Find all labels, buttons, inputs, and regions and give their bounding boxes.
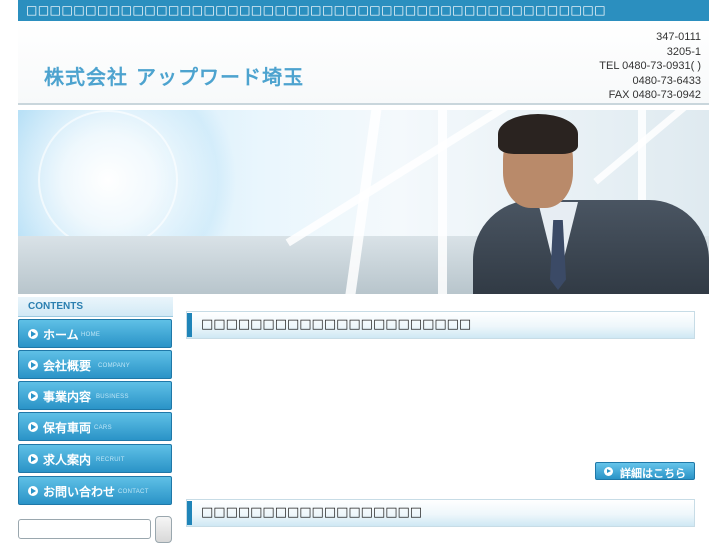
section-marker bbox=[187, 313, 192, 337]
contents-heading-text: CONTENTS bbox=[28, 301, 83, 312]
search-button[interactable] bbox=[155, 516, 172, 543]
company-logo[interactable]: 株式会社 アップワード埼玉 bbox=[44, 61, 304, 90]
section-title-2: □□□□□□□□□□□□□□□□□□ bbox=[201, 505, 423, 520]
header: 株式会社 アップワード埼玉 347-0111 3205-1 TEL 0480-7… bbox=[18, 21, 709, 105]
contents-heading: CONTENTS bbox=[18, 297, 173, 317]
nav-item-sub: COMPANY bbox=[98, 363, 130, 369]
section-header-2: □□□□□□□□□□□□□□□□□□ bbox=[186, 499, 695, 527]
nav-item-cars[interactable]: 保有車両 CARS bbox=[18, 412, 172, 441]
hero-image bbox=[18, 110, 709, 294]
arrow-circle-icon bbox=[28, 391, 38, 401]
nav-item-sub: CONTACT bbox=[118, 489, 149, 495]
arrow-circle-icon bbox=[604, 467, 613, 476]
page: □□□□□□□□□□□□□□□□□□□□□□□□□□□□□□□□□□□□□□□□… bbox=[0, 0, 727, 545]
contact-line: 347-0111 bbox=[656, 31, 701, 43]
nav-item-label: お問い合わせ bbox=[43, 485, 116, 499]
top-bar-text: □□□□□□□□□□□□□□□□□□□□□□□□□□□□□□□□□□□□□□□□… bbox=[26, 3, 607, 17]
nav-item-label: ホーム bbox=[43, 328, 79, 342]
nav-item-recruit[interactable]: 求人案内 RECRUIT bbox=[18, 444, 172, 473]
steel-beam bbox=[438, 110, 447, 294]
more-details-button[interactable]: 詳細はこちら bbox=[595, 462, 695, 480]
arrow-circle-icon bbox=[28, 329, 38, 339]
nav-item-label: 会社概要 bbox=[43, 359, 92, 373]
nav-item-sub: RECRUIT bbox=[96, 457, 125, 463]
section-marker bbox=[187, 501, 192, 525]
steel-beam bbox=[285, 110, 511, 247]
nav-item-sub: BUSINESS bbox=[96, 394, 129, 400]
contact-info: 347-0111 3205-1 TEL 0480-73-0931( ) 0480… bbox=[599, 30, 701, 103]
nav-item-label: 求人案内 bbox=[43, 453, 92, 467]
nav-item-business[interactable]: 事業内容 BUSINESS bbox=[18, 381, 172, 410]
contact-line: 0480-73-6433 bbox=[632, 74, 701, 87]
contact-line: 3205-1 bbox=[666, 45, 701, 58]
nav-item-label: 事業内容 bbox=[43, 390, 92, 404]
arrow-circle-icon bbox=[28, 486, 38, 496]
main-content: □□□□□□□□□□□□□□□□□□□□□□ 詳細はこちら □□□□□□□□□□… bbox=[186, 309, 695, 545]
nav-item-sub: CARS bbox=[94, 425, 112, 431]
section-header-1: □□□□□□□□□□□□□□□□□□□□□□ bbox=[186, 311, 695, 339]
sidebar: CONTENTS ホーム HOME 会社概要 COMPANY 事業内容 BUSI… bbox=[18, 297, 173, 545]
arrow-circle-icon bbox=[28, 422, 38, 432]
nav-item-home[interactable]: ホーム HOME bbox=[18, 319, 172, 348]
steel-beam bbox=[593, 110, 709, 185]
contact-line: TEL 0480-73-0931( ) bbox=[599, 60, 701, 72]
businessman-suit bbox=[473, 200, 709, 294]
nav-item-contact[interactable]: お問い合わせ CONTACT bbox=[18, 476, 172, 505]
more-details-label: 詳細はこちら bbox=[620, 467, 686, 480]
nav-item-company[interactable]: 会社概要 COMPANY bbox=[18, 350, 172, 379]
search-input[interactable] bbox=[18, 519, 151, 539]
contact-line: FAX 0480-73-0942 bbox=[608, 89, 701, 101]
light-ring bbox=[38, 110, 178, 250]
nav-item-label: 保有車両 bbox=[43, 421, 92, 435]
top-bar: □□□□□□□□□□□□□□□□□□□□□□□□□□□□□□□□□□□□□□□□… bbox=[18, 0, 709, 21]
arrow-circle-icon bbox=[28, 454, 38, 464]
arrow-circle-icon bbox=[28, 360, 38, 370]
section-title-1: □□□□□□□□□□□□□□□□□□□□□□ bbox=[201, 317, 472, 332]
businessman-hair bbox=[498, 114, 578, 154]
nav-item-sub: HOME bbox=[81, 332, 101, 338]
